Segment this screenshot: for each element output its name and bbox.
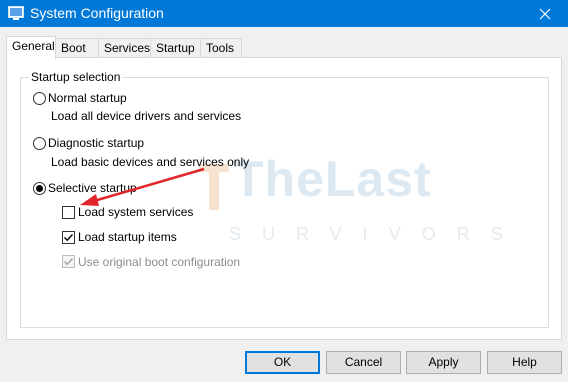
normal-startup-label[interactable]: Normal startup xyxy=(48,91,127,105)
checkmark-icon xyxy=(64,234,74,242)
close-button[interactable] xyxy=(522,0,568,27)
selective-startup-radio[interactable] xyxy=(33,182,46,195)
tab-boot[interactable]: Boot xyxy=(55,38,99,57)
tab-services[interactable]: Services xyxy=(98,38,151,57)
apply-button[interactable]: Apply xyxy=(406,351,481,374)
load-startup-items-checkbox[interactable] xyxy=(62,231,75,244)
startup-selection-legend: Startup selection xyxy=(29,70,123,84)
load-startup-items-label[interactable]: Load startup items xyxy=(78,230,177,244)
use-original-boot-config-label: Use original boot configuration xyxy=(78,255,241,269)
ok-button[interactable]: OK xyxy=(245,351,320,374)
window-title: System Configuration xyxy=(30,5,164,21)
tab-startup[interactable]: Startup xyxy=(150,38,201,57)
normal-startup-radio[interactable] xyxy=(33,92,46,105)
load-system-services-label[interactable]: Load system services xyxy=(78,205,193,219)
radio-selected-dot xyxy=(36,185,43,192)
diagnostic-startup-description: Load basic devices and services only xyxy=(51,155,250,169)
close-icon xyxy=(539,8,551,19)
normal-startup-description: Load all device drivers and services xyxy=(51,109,242,123)
tab-tools[interactable]: Tools xyxy=(200,38,242,57)
title-bar[interactable]: System Configuration xyxy=(0,0,568,27)
diagnostic-startup-label[interactable]: Diagnostic startup xyxy=(48,136,144,150)
tab-general[interactable]: General xyxy=(6,36,56,59)
use-original-boot-config-checkbox xyxy=(62,255,75,268)
help-button[interactable]: Help xyxy=(487,351,562,374)
load-system-services-checkbox[interactable] xyxy=(62,206,75,219)
msconfig-icon xyxy=(8,6,24,20)
selective-startup-label[interactable]: Selective startup xyxy=(48,181,137,195)
cancel-button[interactable]: Cancel xyxy=(326,351,401,374)
checkmark-icon xyxy=(64,258,74,266)
diagnostic-startup-radio[interactable] xyxy=(33,137,46,150)
